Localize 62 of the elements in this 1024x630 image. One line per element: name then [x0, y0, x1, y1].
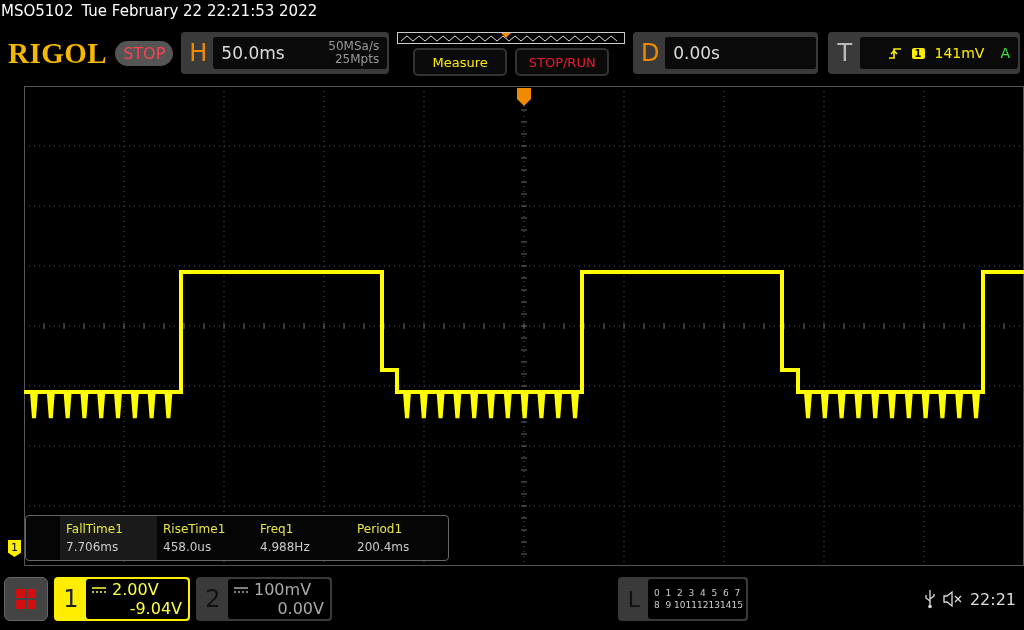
measurement-column[interactable]: Period1 200.4ms	[351, 516, 448, 560]
digital-channel-label: 3	[687, 588, 696, 598]
measurement-name: RiseTime1	[163, 522, 227, 536]
model-name: MSO5102	[1, 2, 74, 20]
trigger-source: 1	[911, 47, 925, 59]
clock: 22:21	[969, 589, 1016, 609]
measurement-name: Freq1	[260, 522, 295, 536]
usb-icon	[923, 589, 936, 609]
timebase: 50.0ms	[221, 43, 286, 63]
channel-offset-marker[interactable]: 1	[8, 540, 21, 557]
vertical-offset: -9.04V	[129, 599, 182, 618]
digital-channel-label: 7	[733, 588, 742, 598]
delay-panel[interactable]: D 0.00s	[633, 32, 818, 74]
vertical-offset: 0.00V	[277, 599, 324, 618]
measurement-column[interactable]: Freq1 4.988Hz	[254, 516, 351, 560]
run-state-indicator: STOP	[115, 40, 174, 66]
digital-channel-label: 1	[664, 588, 673, 598]
channel-number: 1	[62, 584, 80, 615]
measurement-value: 200.4ms	[357, 540, 411, 554]
vertical-scale: 100mV	[254, 580, 312, 599]
measurement-name: FallTime1	[66, 522, 124, 536]
digital-channel-label: 11	[685, 600, 697, 610]
trigger-panel[interactable]: T 1 141mV A	[827, 32, 1020, 74]
dc-coupling-icon	[234, 585, 248, 594]
memory-depth: 25Mpts	[335, 53, 380, 66]
horizontal-panel[interactable]: H 50.0ms 50MSa/s 25Mpts	[181, 32, 390, 74]
measurement-value: 7.706ms	[66, 540, 120, 554]
channel-panel[interactable]: 1 2.00V -9.04V	[54, 577, 190, 621]
trigger-mode: A	[1000, 45, 1010, 61]
measurement-column[interactable]: RiseTime1 458.0us	[157, 516, 254, 560]
toolbar-button[interactable]: STOP/RUN	[515, 48, 610, 76]
digital-channel-label: 10	[674, 600, 686, 610]
digital-channel-label: 8	[652, 600, 661, 610]
trigger-threshold: 141mV	[934, 45, 985, 61]
measurement-value: 4.988Hz	[260, 540, 311, 554]
digital-channel-label: 5	[710, 588, 719, 598]
digital-channel-label: 13	[708, 600, 720, 610]
muted-speaker-icon[interactable]	[941, 590, 964, 608]
horizontal-label: H	[188, 39, 209, 67]
digital-channel-label: 4	[698, 588, 707, 598]
delay-label: D	[639, 39, 661, 67]
grid-icon	[15, 588, 37, 610]
digital-channel-label: 0	[652, 588, 661, 598]
trigger-label: T	[836, 39, 854, 67]
digital-channel-label: 15	[731, 600, 743, 610]
vertical-scale: 2.00V	[112, 580, 159, 599]
trigger-position-marker	[517, 88, 531, 106]
logo: RIGOL	[8, 36, 108, 70]
digital-channel-label: 6	[721, 588, 730, 598]
rising-edge-icon	[887, 46, 902, 60]
digital-channel-label: 2	[675, 588, 684, 598]
digital-channel-label: 12	[697, 600, 709, 610]
measurement-column[interactable]: FallTime1 7.706ms	[60, 516, 157, 560]
date-time: Tue February 22 22:21:53 2022	[81, 2, 318, 20]
sample-rate: 50MSa/s	[328, 40, 380, 53]
delay-value: 0.00s	[665, 37, 816, 69]
digital-channel-label: 14	[720, 600, 732, 610]
dc-coupling-icon	[92, 585, 106, 594]
measurement-value: 458.0us	[163, 540, 213, 554]
toolbar-button[interactable]: Measure	[413, 48, 508, 76]
measurement-name: Period1	[357, 522, 404, 536]
digital-channel-label: 9	[664, 600, 673, 610]
